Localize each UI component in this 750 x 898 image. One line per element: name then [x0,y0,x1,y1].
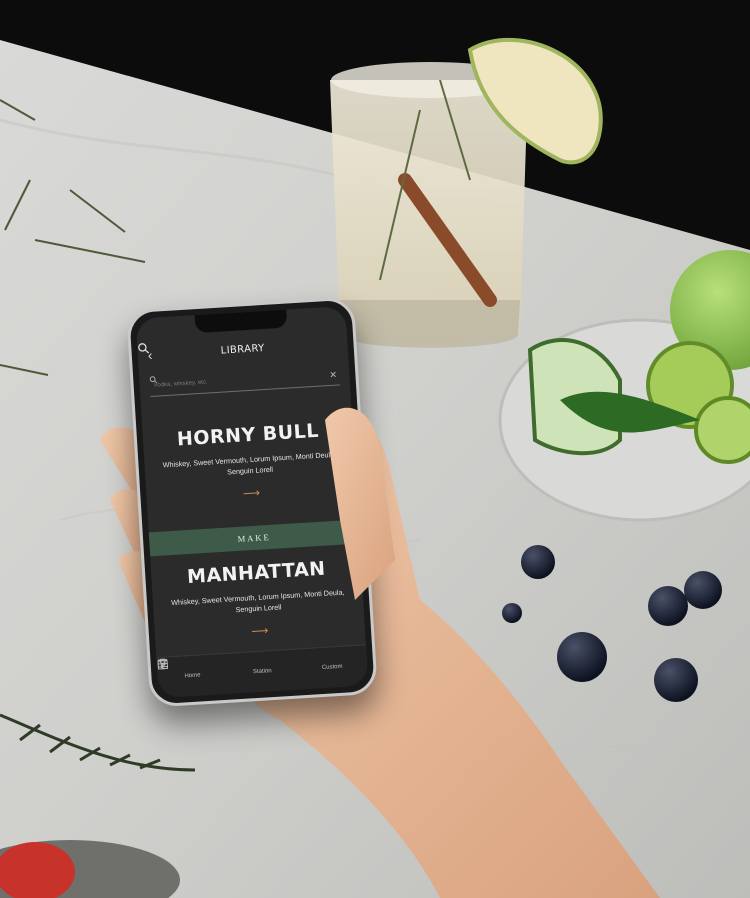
tab-station[interactable]: Station [157,658,287,676]
tab-label: Station [252,668,272,676]
sliders-icon [157,659,168,669]
app-header: ‹ LIBRARY [137,330,348,369]
background-photo [0,0,750,898]
phone-notch [194,309,288,334]
clear-search-icon[interactable]: ✕ [329,369,340,381]
tab-label: Custom [321,663,343,672]
tab-home[interactable]: Home [157,658,217,680]
bottom-tab-bar: Home Station Custom [156,644,369,699]
search-input[interactable] [149,372,330,390]
back-arrow-icon[interactable]: ‹ [147,347,162,363]
tab-custom[interactable]: Custom [157,659,357,672]
cocktail-ingredients: Whiskey, Sweet Vermouth, Lorum Ipsum, Mo… [170,587,345,615]
cocktail-name: HORNY BULL [176,419,320,451]
cocktail-card-2[interactable]: MANHATTAN Whiskey, Sweet Vermouth, Lorum… [151,555,365,644]
search-bar: ✕ [149,364,341,398]
arrow-right-icon[interactable]: ⟶ [155,617,365,644]
tab-label: Home [184,672,201,680]
page-title: LIBRARY [220,342,265,357]
cocktail-card-1[interactable]: HORNY BULL Whiskey, Sweet Vermouth, Loru… [142,418,356,507]
cocktail-name: MANHATTAN [186,557,327,589]
arrow-right-icon[interactable]: ⟶ [146,480,356,507]
smartphone: ‹ LIBRARY ✕ HORNY BULL Whiskey, Sweet Ve… [126,296,378,708]
cocktail-ingredients: Whiskey, Sweet Vermouth, Lorum Ipsum, Mo… [162,449,337,477]
make-button[interactable]: MAKE [148,519,360,557]
phone-screen: ‹ LIBRARY ✕ HORNY BULL Whiskey, Sweet Ve… [135,305,369,699]
photo-scene: ‹ LIBRARY ✕ HORNY BULL Whiskey, Sweet Ve… [0,0,750,898]
search-icon[interactable] [138,336,338,354]
lime-2 [694,396,750,464]
